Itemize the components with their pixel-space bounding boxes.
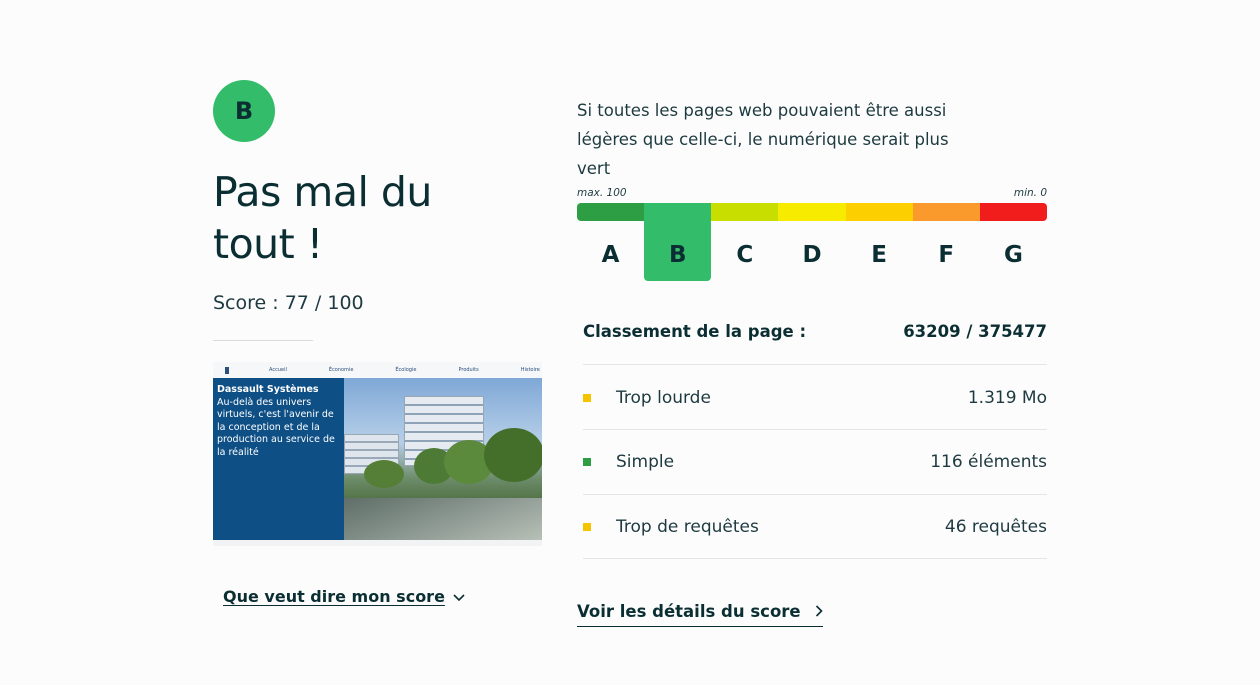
grade-letters: ABC D E F G xyxy=(577,203,1047,281)
grade-letter-d: D xyxy=(802,242,822,268)
score-meaning-link[interactable]: Que veut dire mon score xyxy=(223,587,465,606)
divider xyxy=(583,429,1047,430)
chevron-right-icon xyxy=(811,603,824,621)
metric-label: Trop lourde xyxy=(616,388,711,408)
grade-letter-e: E xyxy=(871,242,887,268)
thumbnail-nav-item: Produits xyxy=(458,367,479,373)
scale-min-label: min. 0 xyxy=(1013,187,1047,199)
metric-label: Trop de requêtes xyxy=(616,517,759,537)
grade-letter-f: F xyxy=(938,242,955,268)
result-headline: Pas mal du tout ! xyxy=(213,168,432,268)
status-square-icon xyxy=(583,458,591,466)
score-details-link[interactable]: Voir les détails du score xyxy=(577,602,824,627)
thumbnail-nav-item: Accueil xyxy=(269,367,287,373)
metric-value: 46 requêtes xyxy=(944,517,1047,537)
metric-row-weight: Trop lourde 1.319 Mo xyxy=(583,388,1047,408)
thumbnail-hero-text: Au-delà des univers virtuels, c'est l'av… xyxy=(217,396,335,458)
ranking-row: Classement de la page : 63209 / 375477 xyxy=(583,322,1047,341)
divider xyxy=(583,364,1047,365)
divider xyxy=(583,558,1047,559)
metric-label: Simple xyxy=(616,452,675,472)
thumbnail-nav-item: Histoire xyxy=(520,367,540,373)
grade-letter-a: A xyxy=(601,242,620,268)
thumbnail-nav-item: Écologie xyxy=(395,367,417,373)
grade-letter-c: C xyxy=(736,242,754,268)
thumbnail-hero-panel: Dassault Systèmes Au-delà des univers vi… xyxy=(213,378,344,540)
metric-row-complexity: Simple 116 éléments xyxy=(583,452,1047,472)
grade-badge: B xyxy=(213,80,275,142)
divider xyxy=(583,494,1047,495)
grade-letter-b: B xyxy=(644,203,712,281)
thumbnail-hero-title: Dassault Systèmes xyxy=(217,384,319,395)
metric-row-requests: Trop de requêtes 46 requêtes xyxy=(583,517,1047,537)
scale-max-label: max. 100 xyxy=(577,187,627,199)
thumbnail-logo xyxy=(225,366,229,374)
chevron-down-icon xyxy=(453,591,465,606)
metric-value: 1.319 Mo xyxy=(967,388,1047,408)
page-screenshot-thumbnail: Accueil Économie Écologie Produits Histo… xyxy=(213,362,542,546)
ranking-value: 63209 / 375477 xyxy=(903,322,1047,341)
thumbnail-building-photo xyxy=(344,378,542,540)
grade-letter-g: G xyxy=(1003,242,1023,268)
metric-value: 116 éléments xyxy=(930,452,1047,472)
thumbnail-nav-item: Économie xyxy=(328,367,354,373)
score-text: Score : 77 / 100 xyxy=(213,292,364,314)
intro-text: Si toutes les pages web pouvaient être a… xyxy=(577,101,949,178)
thumbnail-nav: Accueil Économie Écologie Produits Histo… xyxy=(213,362,542,378)
ranking-label: Classement de la page : xyxy=(583,322,807,341)
status-square-icon xyxy=(583,394,591,402)
status-square-icon xyxy=(583,523,591,531)
divider xyxy=(213,340,313,341)
